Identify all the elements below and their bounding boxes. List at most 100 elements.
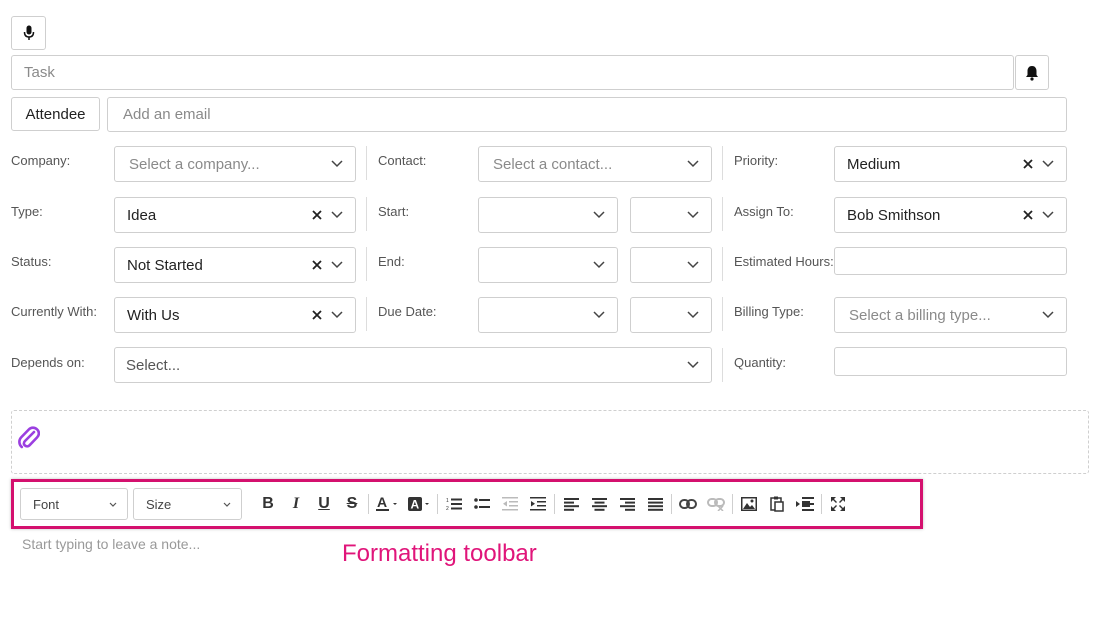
attachment-dropzone[interactable] <box>11 410 1089 474</box>
chevron-down-icon <box>685 156 701 172</box>
task-input[interactable]: Task <box>11 55 1014 90</box>
paste-icon[interactable] <box>763 490 791 518</box>
bullet-list-icon[interactable] <box>468 490 496 518</box>
chevron-down-icon <box>685 357 701 373</box>
reminder-button[interactable] <box>1015 55 1049 90</box>
align-left-icon[interactable] <box>557 490 585 518</box>
size-select[interactable]: Size <box>133 488 242 520</box>
company-select[interactable]: Select a company... <box>114 146 356 182</box>
chevron-down-icon <box>329 257 345 273</box>
italic-icon[interactable]: I <box>282 490 310 518</box>
formatting-toolbar-annotation: Formatting toolbar <box>342 540 537 567</box>
clear-icon[interactable] <box>309 307 325 323</box>
microphone-icon <box>23 25 34 40</box>
column-divider <box>722 297 723 331</box>
priority-value: Medium <box>847 155 901 173</box>
due-time-select[interactable] <box>630 297 712 333</box>
type-label: Type: <box>11 204 43 219</box>
clear-icon[interactable] <box>1020 156 1036 172</box>
depends-on-select[interactable]: Select... <box>114 347 712 383</box>
svg-text:2: 2 <box>446 506 449 511</box>
priority-select[interactable]: Medium <box>834 146 1067 182</box>
chevron-down-icon <box>685 257 701 273</box>
paperclip-icon[interactable] <box>18 424 40 450</box>
font-select[interactable]: Font <box>20 488 128 520</box>
end-label: End: <box>378 254 405 269</box>
bell-icon <box>1026 65 1038 81</box>
priority-label: Priority: <box>734 153 779 168</box>
estimated-hours-label: Estimated Hours: <box>734 254 834 269</box>
assign-to-select[interactable]: Bob Smithson <box>834 197 1067 233</box>
contact-label: Contact: <box>378 153 427 168</box>
justify-icon[interactable] <box>641 490 669 518</box>
clear-icon[interactable] <box>309 257 325 273</box>
currently-with-select[interactable]: With Us <box>114 297 356 333</box>
billing-type-select[interactable]: Select a billing type... <box>834 297 1067 333</box>
outdent-icon[interactable] <box>496 490 524 518</box>
quantity-input[interactable] <box>834 347 1067 376</box>
contact-placeholder: Select a contact... <box>493 155 613 173</box>
indent-icon[interactable] <box>524 490 552 518</box>
company-placeholder: Select a company... <box>129 155 260 173</box>
status-value: Not Started <box>127 256 203 274</box>
bold-icon[interactable]: B <box>254 490 282 518</box>
status-select[interactable]: Not Started <box>114 247 356 283</box>
start-date-select[interactable] <box>478 197 618 233</box>
end-date-select[interactable] <box>478 247 618 283</box>
task-placeholder: Task <box>24 64 55 81</box>
image-icon[interactable] <box>735 490 763 518</box>
indent-block-icon[interactable] <box>791 490 819 518</box>
column-divider <box>366 247 367 281</box>
chevron-down-icon <box>109 502 117 507</box>
attendee-email-input[interactable]: Add an email <box>107 97 1067 132</box>
column-divider <box>722 348 723 382</box>
chevron-down-icon <box>1040 307 1056 323</box>
fullscreen-icon[interactable] <box>824 490 852 518</box>
strikethrough-icon[interactable]: S <box>338 490 366 518</box>
estimated-hours-input[interactable] <box>834 247 1067 275</box>
column-divider <box>722 146 723 180</box>
type-value: Idea <box>127 206 157 224</box>
highlight-color-icon[interactable]: A <box>403 490 435 518</box>
quantity-label: Quantity: <box>734 355 787 370</box>
end-time-select[interactable] <box>630 247 712 283</box>
clear-icon[interactable] <box>1020 207 1036 223</box>
unlink-icon[interactable] <box>702 490 730 518</box>
clear-icon[interactable] <box>309 207 325 223</box>
text-color-icon[interactable]: A <box>371 490 403 518</box>
assign-to-label: Assign To: <box>734 204 794 219</box>
start-time-select[interactable] <box>630 197 712 233</box>
align-center-icon[interactable] <box>585 490 613 518</box>
microphone-button[interactable] <box>11 16 46 50</box>
chevron-down-icon <box>329 207 345 223</box>
column-divider <box>366 146 367 180</box>
chevron-down-icon <box>685 307 701 323</box>
link-icon[interactable] <box>674 490 702 518</box>
formatting-toolbar: Font Size B I U S A A 12 <box>20 482 852 526</box>
chevron-down-icon <box>591 207 607 223</box>
font-select-label: Font <box>33 496 60 512</box>
chevron-down-icon <box>329 156 345 172</box>
currently-with-label: Currently With: <box>11 304 97 319</box>
svg-text:A: A <box>411 498 420 512</box>
underline-icon[interactable]: U <box>310 490 338 518</box>
due-date-select[interactable] <box>478 297 618 333</box>
chevron-down-icon <box>1040 156 1056 172</box>
attendee-label: Attendee <box>25 105 86 123</box>
billing-type-placeholder: Select a billing type... <box>849 306 991 324</box>
contact-select[interactable]: Select a contact... <box>478 146 712 182</box>
size-select-label: Size <box>146 496 172 512</box>
assign-to-value: Bob Smithson <box>847 206 941 224</box>
column-divider <box>366 297 367 331</box>
currently-with-value: With Us <box>127 306 180 324</box>
chevron-down-icon <box>1040 207 1056 223</box>
ordered-list-icon[interactable]: 12 <box>440 490 468 518</box>
svg-text:1: 1 <box>446 498 449 504</box>
align-right-icon[interactable] <box>613 490 641 518</box>
column-divider <box>366 197 367 231</box>
start-label: Start: <box>378 204 410 219</box>
attendee-button[interactable]: Attendee <box>11 97 100 131</box>
chevron-down-icon <box>329 307 345 323</box>
svg-text:A: A <box>377 495 387 510</box>
type-select[interactable]: Idea <box>114 197 356 233</box>
